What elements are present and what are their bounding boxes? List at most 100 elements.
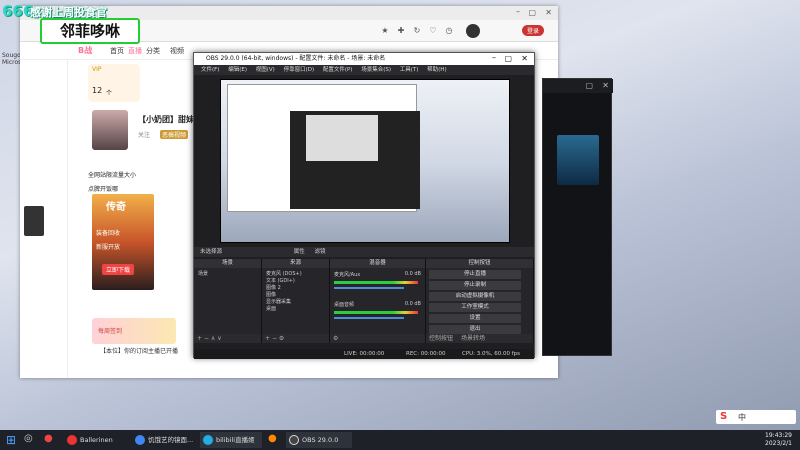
task-item[interactable]: OBS 29.0.0 (64-bit...: [286, 432, 352, 448]
vip-count: 12: [92, 86, 103, 95]
minimize-icon[interactable]: –: [492, 52, 496, 64]
obs-preview[interactable]: [220, 79, 510, 243]
taskbar: ⊞ ◎ ● Ballerinen Swing - ... 饥饿艺的镜面... b…: [0, 430, 800, 450]
ime-logo-icon: S: [720, 411, 728, 422]
controls-header: 控制按钮: [426, 259, 533, 268]
sidebar-tab[interactable]: [24, 206, 44, 236]
add-icon[interactable]: +: [265, 335, 270, 342]
nested-preview-browser: [227, 84, 420, 212]
chrome-icon: [135, 435, 145, 445]
task-label: OBS 29.0.0 (64-bit...: [302, 436, 339, 444]
task-item[interactable]: bilibili直播姬: [200, 432, 262, 448]
tab-transitions[interactable]: 场景转场: [461, 335, 485, 342]
reload-icon[interactable]: ↻: [412, 26, 422, 36]
maximize-icon[interactable]: ▢: [585, 81, 593, 90]
task-label: 饥饿艺的镜面...: [148, 436, 194, 444]
maximize-icon[interactable]: ▢: [504, 53, 512, 65]
exit-button[interactable]: 退出: [429, 325, 521, 334]
menu-view[interactable]: 视图(V): [256, 65, 275, 75]
obs-source-bar: 未选择源 属性 滤镜: [194, 247, 534, 257]
avatar[interactable]: [466, 24, 480, 38]
gear-icon[interactable]: ⚙: [333, 335, 338, 342]
desktop-label[interactable]: Sougo: [2, 52, 21, 59]
star-icon[interactable]: ★: [380, 26, 390, 36]
remove-icon[interactable]: −: [204, 335, 209, 342]
vip-card[interactable]: VIP 12 个: [88, 64, 140, 102]
ime-mode-icon[interactable]: 中: [738, 412, 746, 423]
close-icon[interactable]: ✕: [545, 8, 552, 17]
stop-recording-button[interactable]: 停止录制: [429, 281, 521, 290]
login-button[interactable]: 登录: [521, 25, 544, 36]
obs-statusbar: LIVE: 00:00:00 REC: 00:00:00 CPU: 3.0%, …: [194, 349, 534, 359]
sources-header: 来源: [262, 259, 329, 268]
gift-banner[interactable]: 每周签到: [92, 318, 176, 344]
desktop-label[interactable]: Micros: [2, 59, 21, 66]
vip-label: VIP: [92, 66, 102, 73]
scenes-footer: + − ∧ ∨: [194, 334, 261, 343]
menu-file[interactable]: 文件(F): [201, 65, 219, 75]
source-item[interactable]: 桌面: [266, 306, 276, 313]
task-item[interactable]: 饥饿艺的镜面...: [132, 432, 198, 448]
scenes-dock: 场景 场景 + − ∧ ∨: [194, 259, 262, 343]
anchor-avatar[interactable]: [92, 110, 128, 150]
minimize-icon[interactable]: –: [516, 7, 520, 16]
history-icon[interactable]: ◷: [444, 26, 454, 36]
no-source-label: 未选择源: [200, 249, 223, 255]
desktop-icons: Sougo Micros: [2, 52, 21, 66]
windows-start-icon[interactable]: ⊞: [6, 433, 16, 447]
mixer-track-db: 0.0 dB: [404, 301, 421, 307]
heart-icon[interactable]: ♡: [428, 26, 438, 36]
live-status: LIVE: 00:00:00: [344, 351, 385, 357]
menu-profile[interactable]: 配置文件(P): [323, 65, 353, 75]
source-item[interactable]: 图像 2: [266, 285, 281, 292]
source-item[interactable]: 图像: [266, 292, 276, 299]
live-notice[interactable]: 【本位】你的订阅主播已开播: [100, 346, 178, 355]
maximize-icon[interactable]: ▢: [528, 8, 536, 17]
stop-streaming-button[interactable]: 停止直播: [429, 270, 521, 279]
game-advert[interactable]: 传奇 装备回收 新服开放 立即下载: [92, 194, 154, 290]
close-icon[interactable]: ✕: [521, 53, 528, 65]
clock-date: 2023/2/1: [765, 440, 792, 447]
app-icon[interactable]: ●: [44, 433, 53, 444]
properties-button[interactable]: 属性: [294, 249, 305, 255]
close-icon[interactable]: ✕: [602, 81, 609, 90]
chevron-down-icon[interactable]: ∨: [217, 335, 221, 342]
controls-footer: 控制按钮 场景转场: [426, 334, 533, 343]
mixer-track-db: 0.0 dB: [404, 271, 421, 277]
source-item[interactable]: 文本 (GDI+): [266, 278, 295, 285]
taskbar-clock[interactable]: 19:43:29 2023/2/1: [765, 432, 792, 448]
task-label: bilibili直播姬: [216, 436, 255, 444]
anchor-tag: 恶搞视频: [160, 130, 189, 139]
scene-item[interactable]: 场景: [198, 271, 208, 278]
menu-docks[interactable]: 停靠窗口(D): [284, 65, 315, 75]
settings-button[interactable]: 设置: [429, 314, 521, 323]
menu-scene-collection[interactable]: 场景集合(S): [361, 65, 391, 75]
source-item[interactable]: 显示器采集: [266, 299, 291, 306]
menu-edit[interactable]: 编辑(E): [228, 65, 247, 75]
add-icon[interactable]: +: [197, 335, 202, 342]
nested-preview-obs: [290, 111, 420, 209]
notice-2: 点脾开饭哪: [88, 186, 119, 193]
tab-controls[interactable]: 控制按钮: [429, 335, 453, 342]
extension-icon[interactable]: ✚: [396, 26, 406, 36]
ime-toolbar[interactable]: S 中: [716, 410, 796, 424]
volume-slider[interactable]: [334, 287, 404, 289]
remove-icon[interactable]: −: [272, 335, 277, 342]
app-icon[interactable]: ●: [268, 433, 277, 444]
gear-icon[interactable]: ⚙: [279, 335, 284, 342]
studio-mode-button[interactable]: 工作室模式: [429, 303, 521, 312]
source-item[interactable]: 麦克风 (DOS+): [266, 271, 302, 278]
obs-window: OBS 29.0.0 (64-bit, windows) - 配置文件: 未命名…: [193, 52, 535, 359]
chevron-up-icon[interactable]: ∧: [211, 335, 215, 342]
volume-slider[interactable]: [334, 317, 404, 319]
steam-icon[interactable]: ◎: [24, 433, 33, 444]
menu-help[interactable]: 帮助(H): [427, 65, 446, 75]
dark-window-titlebar: ✕ ▢: [543, 79, 613, 93]
virtual-camera-button[interactable]: 启动虚拟摄像机: [429, 292, 521, 301]
anchor-follow[interactable]: 关注: [138, 130, 150, 139]
task-item[interactable]: Ballerinen Swing - ...: [64, 432, 130, 448]
menu-tools[interactable]: 工具(T): [400, 65, 419, 75]
ad-download-button[interactable]: 立即下载: [102, 264, 135, 275]
filters-button[interactable]: 滤镜: [315, 249, 326, 255]
nav-item-video[interactable]: 视频: [170, 46, 184, 56]
